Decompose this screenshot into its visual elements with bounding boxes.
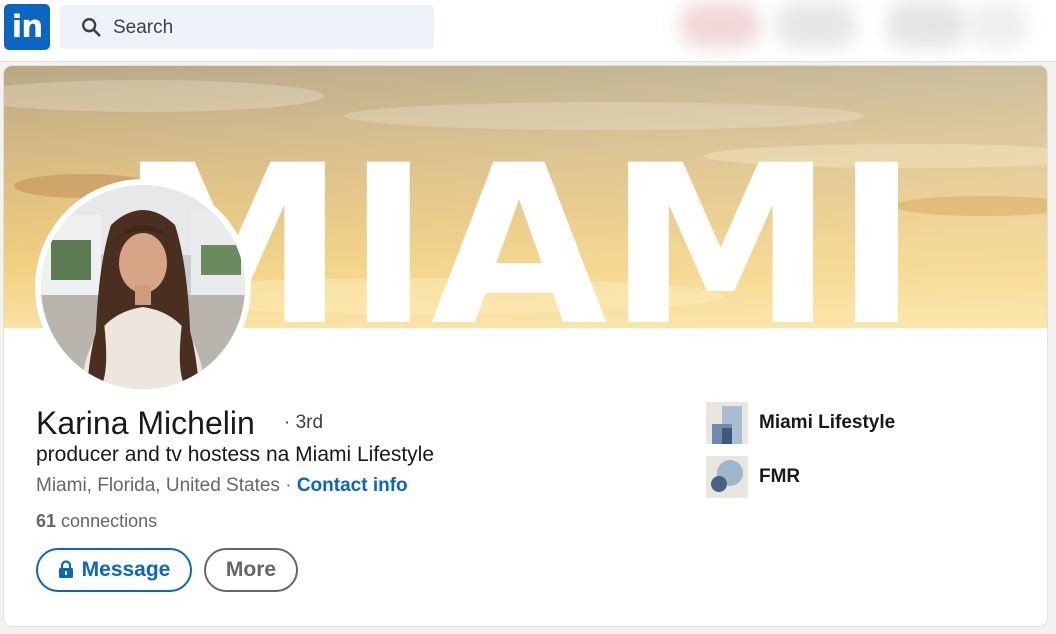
more-button[interactable]: More (204, 548, 298, 592)
profile-location: Miami, Florida, United States · (36, 475, 292, 496)
nav-item-blurred-1[interactable] (680, 2, 760, 48)
contact-info-link[interactable]: Contact info (297, 475, 408, 496)
profile-photo (41, 185, 245, 389)
nav-item-blurred-3[interactable] (886, 2, 966, 48)
top-nav-bar: in Search (0, 0, 1056, 62)
profile-card: MIAMI Karina Michelin · 3rd producer and… (4, 66, 1047, 626)
lock-icon (58, 560, 73, 578)
connections-label: connections (61, 511, 158, 531)
search-input[interactable]: Search (60, 5, 434, 49)
search-placeholder: Search (113, 17, 174, 38)
profile-avatar[interactable] (35, 179, 251, 395)
connection-degree: · 3rd (284, 412, 324, 433)
org-name: Miami Lifestyle (759, 412, 896, 433)
more-button-label: More (225, 558, 277, 581)
message-button[interactable]: Message (36, 548, 192, 592)
connections-count: 61 (36, 511, 57, 531)
nav-item-blurred-4[interactable] (968, 2, 1028, 48)
org-name: FMR (759, 466, 801, 487)
profile-headline: producer and tv hostess na Miami Lifesty… (36, 443, 435, 466)
search-icon (82, 18, 101, 37)
linkedin-logo-icon[interactable]: in (4, 4, 50, 50)
message-button-label: Message (81, 558, 171, 581)
nav-item-blurred-2[interactable] (776, 2, 856, 48)
profile-name: Karina Michelin (36, 405, 255, 441)
avatar (41, 185, 245, 389)
connections-line[interactable]: 61 connections (36, 511, 157, 532)
school-logo-icon (706, 456, 748, 498)
location-line: Miami, Florida, United States · Contact … (36, 475, 408, 497)
company-logo-icon (706, 402, 748, 444)
logo-text: in (11, 9, 44, 45)
